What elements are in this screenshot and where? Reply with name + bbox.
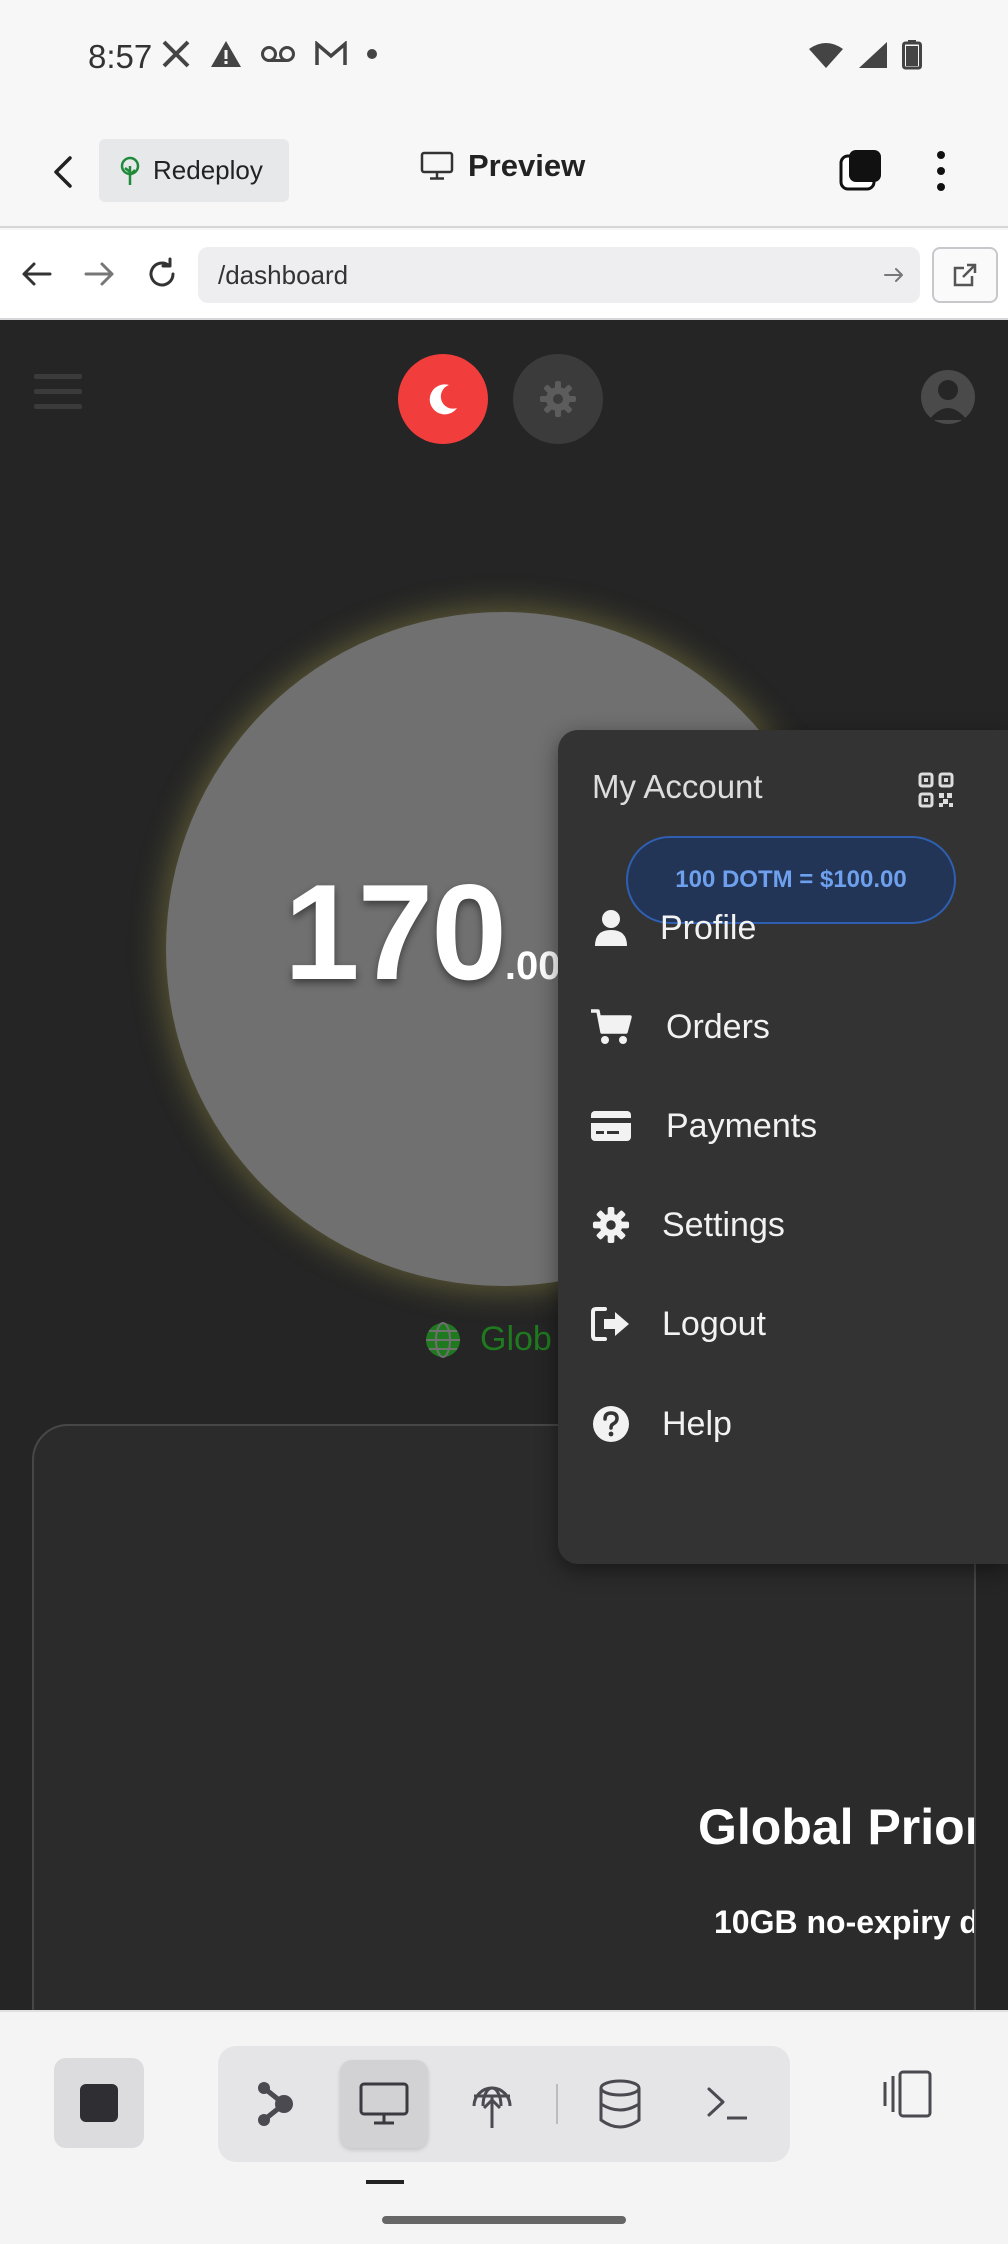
go-arrow-icon[interactable] <box>882 263 906 287</box>
url-text: /dashboard <box>218 260 349 290</box>
menu-item-label: Payments <box>666 1106 818 1145</box>
menu-item-payments[interactable]: Payments <box>590 1096 817 1156</box>
gear-icon <box>590 1204 632 1246</box>
dashboard-page: 170.000GB Glob Global Prior 10GB no-expi… <box>0 320 1008 2010</box>
plan-title: Global Prior <box>698 1799 976 1855</box>
back-icon[interactable] <box>44 152 84 192</box>
logout-icon <box>590 1303 632 1345</box>
database-icon <box>599 2079 641 2129</box>
menu-item-label: Settings <box>662 1205 785 1244</box>
x-icon <box>162 40 190 68</box>
system-icons <box>808 40 922 70</box>
gmail-icon <box>315 41 347 65</box>
redeploy-label: Redeploy <box>153 155 263 185</box>
windows-icon[interactable] <box>838 147 884 193</box>
terminal-icon <box>707 2087 747 2120</box>
region-text: Glob <box>480 1320 552 1358</box>
terminal-tool-button[interactable] <box>684 2060 772 2148</box>
app-bar: Redeploy Preview <box>0 116 1008 228</box>
menu-item-orders[interactable]: Orders <box>590 997 770 1057</box>
url-field[interactable]: /dashboard <box>198 247 920 303</box>
qr-code-icon[interactable] <box>918 772 954 808</box>
signal-icon <box>859 42 887 68</box>
device-layout-icon[interactable] <box>880 2066 936 2122</box>
preview-label: Preview <box>468 148 586 183</box>
plan-subtitle: 10GB no-expiry d <box>714 1904 976 1940</box>
more-options-icon[interactable] <box>924 148 958 194</box>
status-bar: 8:57 <box>0 0 1008 116</box>
moon-icon <box>429 384 457 415</box>
redeploy-button[interactable]: Redeploy <box>99 139 289 202</box>
preview-tool-button[interactable] <box>340 2060 428 2148</box>
menu-item-label: Logout <box>662 1304 766 1343</box>
menu-item-help[interactable]: Help <box>590 1394 732 1454</box>
battery-icon <box>902 40 922 70</box>
usage-integer: 170 <box>284 856 507 1008</box>
theme-toggle-button[interactable] <box>398 354 488 444</box>
menu-icon[interactable] <box>34 372 82 412</box>
account-menu-title: My Account <box>592 768 763 805</box>
toolbar-divider <box>556 2084 558 2124</box>
menu-item-settings[interactable]: Settings <box>590 1195 785 1255</box>
notification-icons <box>160 38 378 70</box>
menu-item-profile[interactable]: Profile <box>590 898 756 958</box>
browser-bar: /dashboard <box>0 230 1008 320</box>
voicemail-icon <box>261 46 295 62</box>
menu-item-label: Profile <box>660 908 757 947</box>
stop-icon <box>80 2084 118 2122</box>
gear-icon <box>540 381 576 417</box>
dot-icon <box>367 49 377 59</box>
settings-button[interactable] <box>513 354 603 444</box>
menu-item-label: Help <box>662 1404 732 1443</box>
deploy-tool-button[interactable] <box>448 2060 536 2148</box>
active-tab-indicator <box>366 2180 404 2184</box>
cart-icon <box>590 1006 632 1048</box>
status-time: 8:57 <box>88 38 153 75</box>
help-icon <box>590 1403 632 1445</box>
reload-icon[interactable] <box>144 256 180 292</box>
globe-icon <box>426 1321 460 1358</box>
bottom-toolbar <box>0 2010 1008 2244</box>
external-link-icon <box>953 263 977 287</box>
user-avatar-icon <box>929 380 967 420</box>
browser-back-icon[interactable] <box>18 256 54 292</box>
menu-item-label: Orders <box>666 1007 770 1046</box>
credit-card-icon <box>590 1105 632 1147</box>
tree-icon <box>120 156 140 185</box>
warning-icon <box>211 41 241 67</box>
wifi-icon <box>809 43 843 68</box>
avatar[interactable] <box>921 370 975 424</box>
menu-item-logout[interactable]: Logout <box>590 1294 766 1354</box>
region-label: Glob <box>424 1320 552 1359</box>
browser-forward-icon[interactable] <box>82 256 118 292</box>
home-indicator[interactable] <box>382 2216 626 2224</box>
view-tool-group <box>218 2046 790 2162</box>
graph-icon <box>258 2082 293 2126</box>
monitor-icon <box>359 2082 409 2125</box>
open-external-button[interactable] <box>932 247 998 303</box>
user-icon <box>590 907 632 949</box>
stop-button[interactable] <box>54 2058 144 2148</box>
account-menu: My Account 100 DOTM = $100.00 Profile Or… <box>558 730 1008 1564</box>
globe-upload-icon <box>472 2086 512 2128</box>
graph-tool-button[interactable] <box>232 2060 320 2148</box>
preview-title: Preview <box>420 148 585 184</box>
database-tool-button[interactable] <box>576 2060 664 2148</box>
monitor-icon <box>420 151 454 180</box>
